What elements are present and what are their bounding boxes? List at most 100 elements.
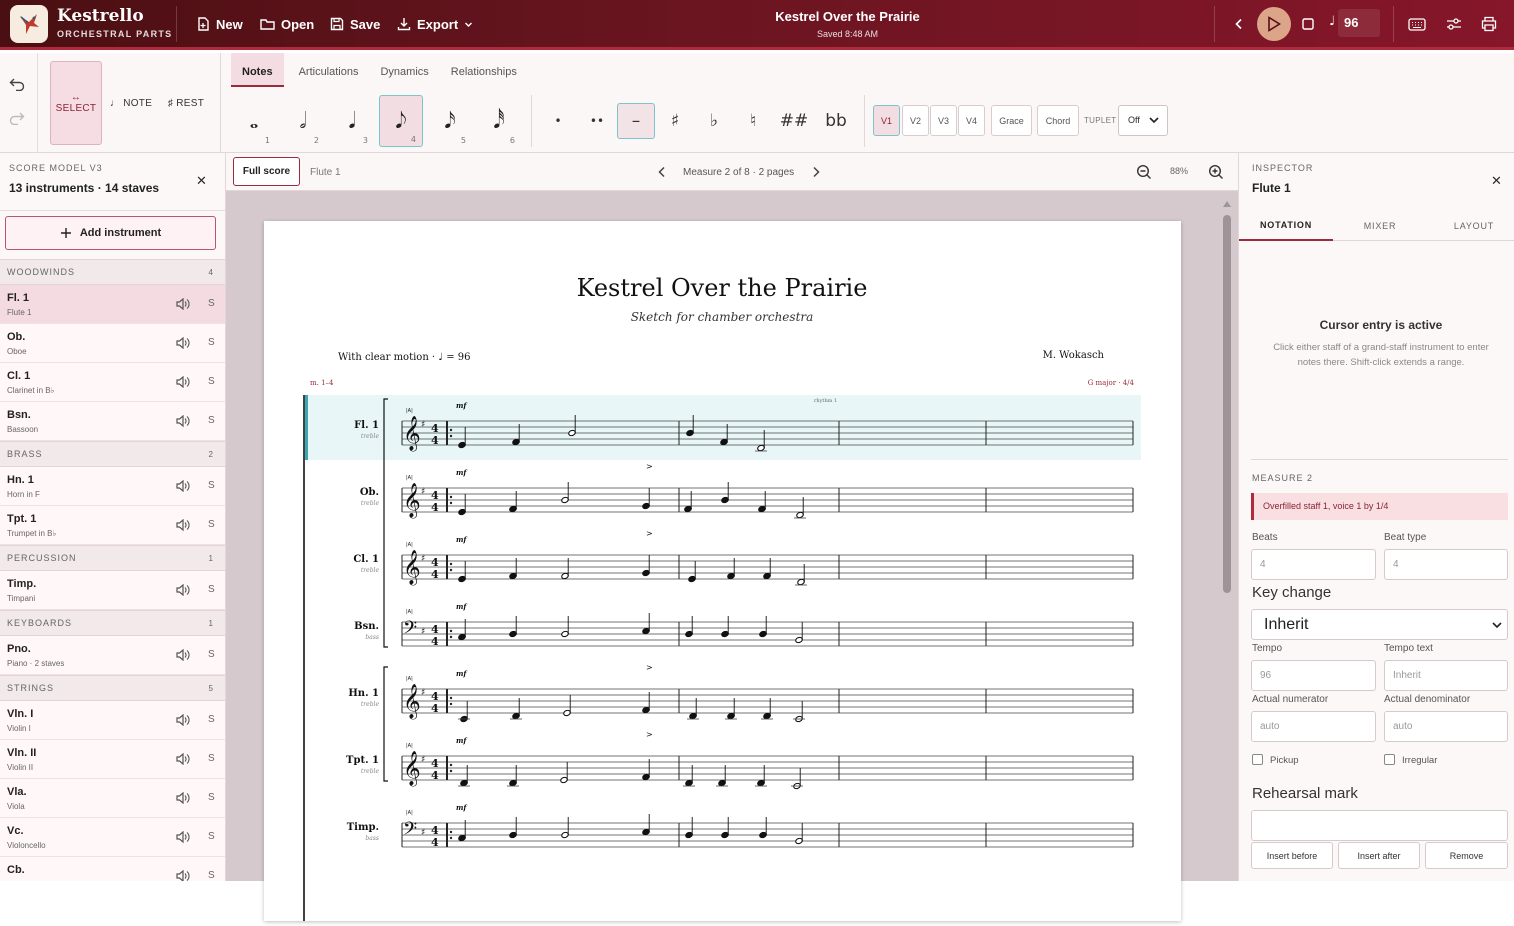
part-flute-1-button[interactable]: Flute 1 [310,167,341,178]
instrument-row[interactable]: Vln. II Violin II S [0,740,225,779]
whole-note-button[interactable]: 𝅝 1 [232,95,276,147]
settings-button[interactable] [1443,13,1465,35]
tempo-text-input[interactable]: Inherit [1384,660,1508,691]
mute-button[interactable] [176,752,190,770]
instrument-row[interactable]: Cl. 1 Clarinet in B♭ S [0,363,225,402]
mute-button[interactable] [176,713,190,731]
voice-2-button[interactable]: V2 [902,105,929,136]
canvas-scrollbar[interactable] [1222,197,1232,881]
mute-button[interactable] [176,791,190,809]
rest-mode-button[interactable]: ♯ REST [162,61,210,145]
mute-button[interactable] [176,830,190,848]
actual-denominator-input[interactable]: auto [1384,711,1508,742]
export-button[interactable]: Export [397,14,473,34]
mute-button[interactable] [176,518,190,536]
quarter-note-button[interactable]: 𝅘𝅥 3 [330,95,374,147]
instrument-row[interactable]: Vc. Violoncello S [0,818,225,857]
instrument-row[interactable]: Vln. I Violin I S [0,701,225,740]
tab-notes[interactable]: Notes [231,53,284,87]
tab-layout[interactable]: LAYOUT [1427,211,1514,241]
note-mode-button[interactable]: ♩ NOTE [106,61,156,145]
mute-button[interactable] [176,479,190,497]
solo-button[interactable]: S [208,792,215,803]
solo-button[interactable]: S [208,376,215,387]
insert-before-button[interactable]: Insert before [1251,842,1333,869]
mute-button[interactable] [176,869,190,881]
mute-button[interactable] [176,648,190,666]
solo-button[interactable]: S [208,337,215,348]
voice-4-button[interactable]: V4 [958,105,985,136]
previous-measure-button[interactable] [657,166,666,181]
rehearsal-mark-input[interactable] [1251,810,1508,841]
solo-button[interactable]: S [208,649,215,660]
full-score-button[interactable]: Full score [233,157,300,186]
scroll-thumb[interactable] [1223,215,1231,593]
half-note-button[interactable]: 𝅗𝅥 2 [281,95,325,147]
remove-measure-button[interactable]: Remove [1425,842,1508,869]
zoom-in-button[interactable] [1208,164,1224,183]
voice-3-button[interactable]: V3 [930,105,957,136]
instrument-row[interactable]: Cb. S [0,857,225,881]
save-button[interactable]: Save [330,14,380,34]
score-engraving[interactable]: Kestrel Over the Prairie Sketch for chamb… [264,221,1181,921]
solo-button[interactable]: S [208,831,215,842]
double-sharp-button[interactable]: ## [775,95,813,147]
natural-button[interactable]: ♮ [734,95,772,147]
voice-1-button[interactable]: V1 [873,105,900,136]
score-page[interactable]: Kestrel Over the Prairie Sketch for chamb… [264,221,1181,921]
solo-button[interactable]: S [208,584,215,595]
dot-button[interactable]: • [539,95,577,147]
insert-after-button[interactable]: Insert after [1338,842,1420,869]
flat-button[interactable]: ♭ [695,95,733,147]
tab-articulations[interactable]: Articulations [288,53,370,87]
key-change-select[interactable]: Inherit [1251,609,1508,640]
grace-button[interactable]: Grace [991,105,1032,136]
instrument-row[interactable]: Ob. Oboe S [0,324,225,363]
actual-numerator-input[interactable]: auto [1251,711,1376,742]
tab-notation[interactable]: NOTATION [1239,211,1333,241]
double-dot-button[interactable]: •• [578,95,616,147]
eighth-note-button[interactable]: 𝅘𝅥𝅮 4 [379,95,423,147]
instrument-row[interactable]: Timp. Timpani S [0,571,225,610]
tab-relationships[interactable]: Relationships [440,53,528,87]
tie-button[interactable]: – [617,103,655,139]
double-flat-button[interactable]: bb [817,95,855,147]
mute-button[interactable] [176,336,190,354]
solo-button[interactable]: S [208,298,215,309]
mute-button[interactable] [176,583,190,601]
solo-button[interactable]: S [208,714,215,725]
mute-button[interactable] [176,297,190,315]
solo-button[interactable]: S [208,480,215,491]
beats-input[interactable]: 4 [1251,549,1376,580]
irregular-checkbox[interactable] [1384,754,1395,765]
zoom-out-button[interactable] [1136,164,1152,183]
new-button[interactable]: New [196,14,243,34]
tab-dynamics[interactable]: Dynamics [369,53,439,87]
sixteenth-note-button[interactable]: 𝅘𝅥𝅯 5 [428,95,472,147]
redo-button[interactable] [9,111,25,128]
solo-button[interactable]: S [208,415,215,426]
play-button[interactable] [1257,7,1291,41]
instrument-row[interactable]: Bsn. Bassoon S [0,402,225,441]
instrument-row[interactable]: Pno. Piano · 2 staves S [0,636,225,675]
beat-type-input[interactable]: 4 [1384,549,1508,580]
instrument-row[interactable]: Tpt. 1 Trumpet in B♭ S [0,506,225,545]
tuplet-select[interactable]: Off [1118,105,1168,136]
close-panel-button[interactable]: ✕ [196,173,207,189]
stop-button[interactable] [1297,13,1319,35]
select-mode-button[interactable]: ↔ SELECT [50,61,102,145]
tempo-field[interactable]: 96 [1338,9,1380,37]
pickup-checkbox[interactable] [1252,754,1263,765]
sharp-button[interactable]: ♯ [656,95,694,147]
tempo-input[interactable]: 96 [1251,660,1376,691]
open-button[interactable]: Open [260,14,314,34]
solo-button[interactable]: S [208,519,215,530]
mute-button[interactable] [176,414,190,432]
instrument-row[interactable]: Fl. 1 Flute 1 S [0,285,225,324]
solo-button[interactable]: S [208,753,215,764]
print-button[interactable] [1478,13,1500,35]
close-inspector-button[interactable]: ✕ [1491,173,1502,189]
add-instrument-button[interactable]: Add instrument [5,216,216,250]
solo-button[interactable]: S [208,870,215,881]
instrument-row[interactable]: Vla. Viola S [0,779,225,818]
